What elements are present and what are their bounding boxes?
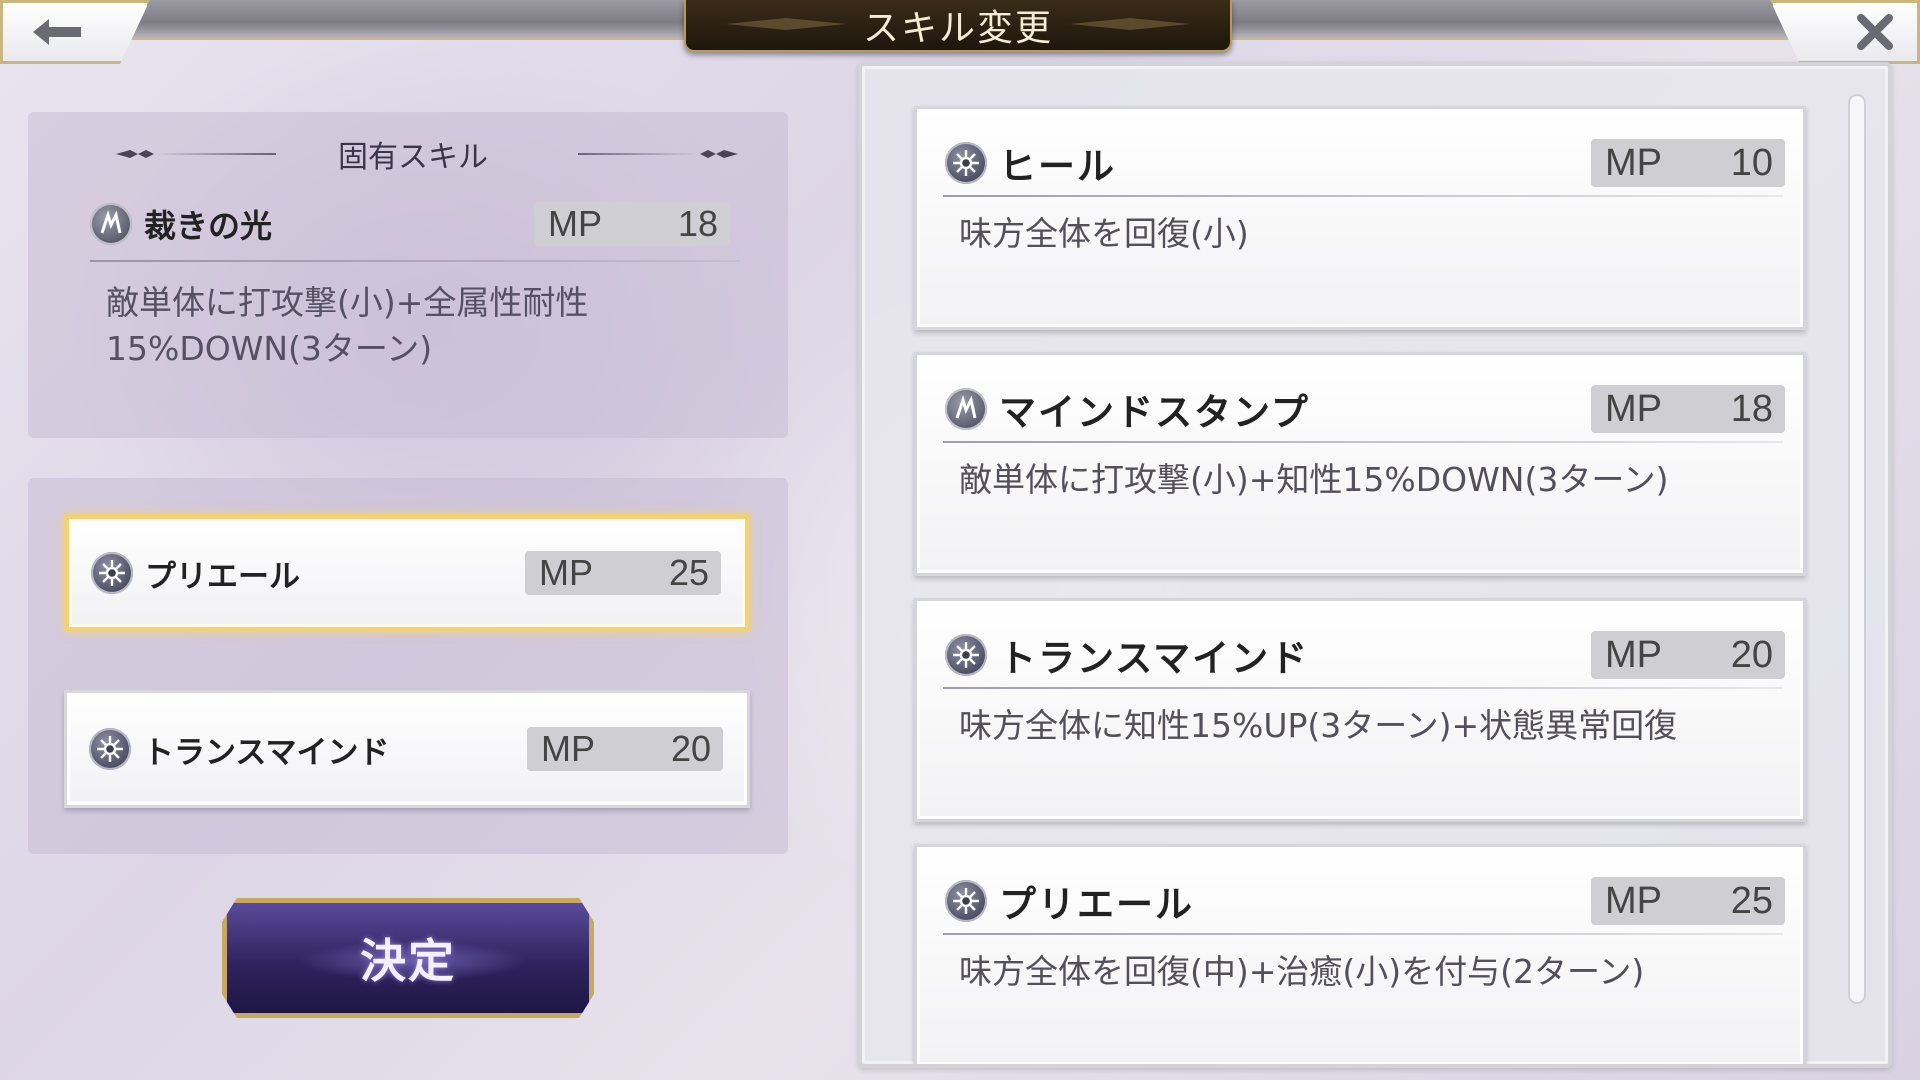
- skill-list-panel: ヒール MP 10 味方全体を回復(小) マインドスタンプ MP 18 敵単体に…: [858, 62, 1892, 1068]
- equipped-skill-name: プリエール: [145, 558, 300, 595]
- unique-skill-label: 固有スキル: [338, 140, 488, 175]
- holy-icon: [945, 142, 987, 184]
- unique-skill-description: 敵単体に打攻撃(小)+全属性耐性15%DOWN(3ターン): [106, 283, 589, 368]
- skill-list-item[interactable]: マインドスタンプ MP 18 敵単体に打攻撃(小)+知性15%DOWN(3ターン…: [914, 352, 1806, 576]
- mp-badge: MP 20: [527, 727, 723, 771]
- mp-badge: MP 25: [1591, 877, 1785, 925]
- mp-badge: MP 10: [1591, 139, 1785, 187]
- mp-value: 25: [668, 552, 709, 593]
- skill-description: 味方全体に知性15%UP(3ターン)+状態異常回復: [959, 706, 1678, 745]
- skill-name: プリエール: [999, 882, 1194, 926]
- divider: [943, 195, 1783, 197]
- holy-icon: [91, 552, 133, 594]
- header-ornament-left-icon: [116, 150, 276, 158]
- mp-value: 18: [677, 203, 718, 244]
- title-ornament-left-icon: [726, 18, 846, 30]
- holy-icon: [945, 880, 987, 922]
- mp-badge: MP 18: [534, 202, 730, 246]
- skill-list-item[interactable]: プリエール MP 25 味方全体を回復(中)+治癒(小)を付与(2ターン): [914, 844, 1806, 1064]
- skill-list-item[interactable]: ヒール MP 10 味方全体を回復(小): [914, 106, 1806, 330]
- equipped-skill-slot-2[interactable]: トランスマインド MP 20: [64, 690, 750, 808]
- mp-label: MP: [548, 203, 602, 244]
- confirm-button[interactable]: 決定: [222, 898, 594, 1018]
- skill-name: トランスマインド: [999, 636, 1310, 680]
- skill-name: ヒール: [999, 144, 1116, 188]
- mp-value: 25: [1730, 879, 1773, 922]
- holy-icon: [89, 728, 131, 770]
- unique-skill-row: 裁きの光 MP 18: [90, 196, 730, 252]
- mind-icon: [945, 388, 987, 430]
- header-ornament-right-icon: [578, 150, 738, 158]
- skill-name: マインドスタンプ: [999, 390, 1310, 434]
- mp-badge: MP 18: [1591, 385, 1785, 433]
- mind-icon: [90, 203, 132, 245]
- unique-skill-name: 裁きの光: [144, 207, 273, 245]
- holy-icon: [945, 634, 987, 676]
- mp-value: 20: [670, 728, 711, 769]
- divider: [90, 260, 740, 262]
- unique-skill-header: 固有スキル: [88, 134, 738, 175]
- title-ornament-right-icon: [1070, 18, 1190, 30]
- mp-label: MP: [1605, 141, 1662, 184]
- page-title: スキル変更: [862, 8, 1053, 49]
- divider: [943, 687, 1783, 689]
- mp-value: 18: [1730, 387, 1773, 430]
- skill-list-item[interactable]: トランスマインド MP 20 味方全体に知性15%UP(3ターン)+状態異常回復: [914, 598, 1806, 822]
- confirm-button-label: 決定: [360, 934, 456, 988]
- mp-badge: MP 25: [525, 551, 721, 595]
- skill-description: 敵単体に打攻撃(小)+知性15%DOWN(3ターン): [959, 460, 1669, 499]
- divider: [943, 933, 1783, 935]
- mp-label: MP: [1605, 633, 1662, 676]
- equipped-skills-panel: プリエール MP 25 トランスマインド MP 20: [28, 478, 788, 854]
- list-scrollbar[interactable]: [1848, 94, 1866, 1004]
- close-icon: [1857, 14, 1893, 50]
- unique-skill-panel: 固有スキル 裁きの光 MP 18 敵単体に打攻撃(小)+全属性耐性15%DOWN…: [28, 112, 788, 438]
- mp-value: 10: [1730, 141, 1773, 184]
- equipped-skill-name: トランスマインド: [143, 734, 390, 771]
- mp-badge: MP 20: [1591, 631, 1785, 679]
- mp-value: 20: [1730, 633, 1773, 676]
- mp-label: MP: [1605, 387, 1662, 430]
- mp-label: MP: [539, 552, 593, 593]
- skill-description: 味方全体を回復(中)+治癒(小)を付与(2ターン): [959, 952, 1645, 991]
- title-plate: スキル変更: [684, 0, 1232, 52]
- skill-description: 味方全体を回復(小): [959, 214, 1249, 253]
- mp-label: MP: [541, 728, 595, 769]
- divider: [943, 441, 1783, 443]
- back-arrow-icon: [33, 19, 81, 45]
- equipped-skill-slot-1[interactable]: プリエール MP 25: [64, 514, 750, 632]
- mp-label: MP: [1605, 879, 1662, 922]
